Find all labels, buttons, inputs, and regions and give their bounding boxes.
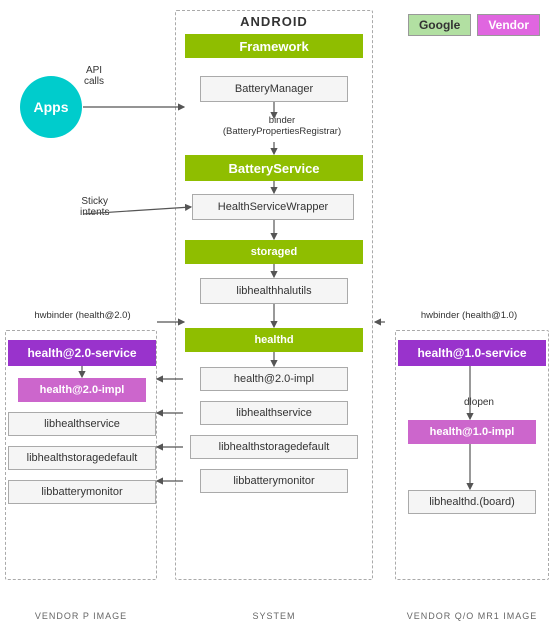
left-health-service-box: health@2.0-service — [8, 340, 156, 366]
right-libhealthd-board-box: libhealthd.(board) — [408, 490, 536, 514]
vendor-p-label: VENDOR P IMAGE — [5, 611, 157, 621]
vendor-q-border — [395, 330, 549, 580]
legend: Google Vendor — [408, 14, 540, 36]
center-libbatterymonitor-box: libbatterymonitor — [200, 469, 348, 493]
diagram: Google Vendor ANDROID Apps APIcalls Stic… — [0, 0, 554, 626]
apps-circle: Apps — [20, 76, 82, 138]
center-libhealthservice-box: libhealthservice — [200, 401, 348, 425]
google-legend: Google — [408, 14, 471, 36]
battery-manager-box: BatteryManager — [200, 76, 348, 102]
hwbinder-right-text: hwbinder (health@1.0) — [384, 310, 554, 321]
storaged-box: storaged — [185, 240, 363, 264]
health-service-wrapper-box: HealthServiceWrapper — [192, 194, 354, 220]
vendor-legend: Vendor — [477, 14, 540, 36]
android-label: ANDROID — [175, 14, 373, 29]
right-health-service-box: health@1.0-service — [398, 340, 546, 366]
center-health-impl-box: health@2.0-impl — [200, 367, 348, 391]
sticky-intents-text: Stickyintents — [80, 196, 109, 218]
battery-service-box: BatteryService — [185, 155, 363, 181]
binder-text: binder(BatteryPropertiesRegistrar) — [212, 115, 352, 137]
healthd-box: healthd — [185, 328, 363, 352]
dlopen-text: dlopen — [464, 397, 494, 408]
hwbinder-left-text: hwbinder (health@2.0) — [0, 310, 165, 321]
center-libhealthstoragedefault-box: libhealthstoragedefault — [190, 435, 358, 459]
libhealthhalutils-box: libhealthhalutils — [200, 278, 348, 304]
left-health-impl-box: health@2.0-impl — [18, 378, 146, 402]
right-health-impl-box: health@1.0-impl — [408, 420, 536, 444]
framework-box: Framework — [185, 34, 363, 58]
system-label: SYSTEM — [175, 611, 373, 621]
vendor-q-label: VENDOR Q/O MR1 IMAGE — [395, 611, 549, 621]
api-calls-text: APIcalls — [84, 65, 104, 87]
left-libbatterymonitor-box: libbatterymonitor — [8, 480, 156, 504]
left-libhealthstoragedefault-box: libhealthstoragedefault — [8, 446, 156, 470]
left-libhealthservice-box: libhealthservice — [8, 412, 156, 436]
